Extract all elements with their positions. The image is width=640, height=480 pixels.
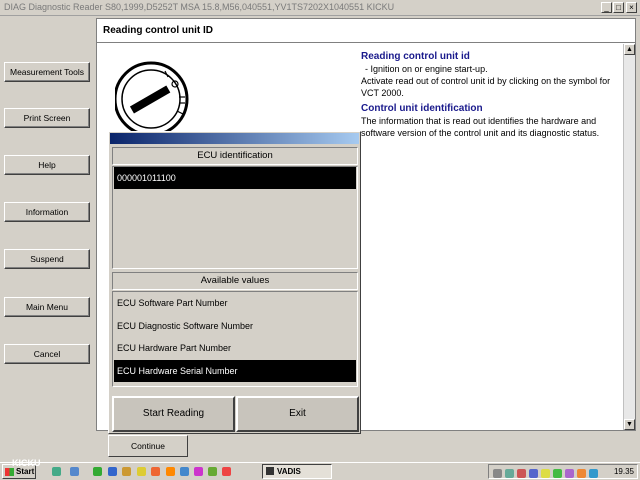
clock[interactable]: 19.35 (614, 467, 634, 476)
close-icon[interactable]: × (626, 2, 637, 13)
continue-button[interactable]: Continue (108, 435, 188, 457)
cancel-button[interactable]: Cancel (4, 344, 90, 364)
section-title-identification: Control unit identification (361, 103, 483, 114)
ecu-identification-header: ECU identification (112, 147, 358, 165)
suspend-button[interactable]: Suspend (4, 249, 90, 269)
quicklaunch-icon[interactable] (52, 467, 61, 476)
maximize-icon[interactable]: □ (613, 2, 624, 13)
taskbar-item-vadis[interactable]: VADIS (262, 464, 332, 479)
page-title: Reading control unit ID (103, 25, 213, 36)
tray-icon[interactable] (565, 469, 574, 478)
quicklaunch-icon[interactable] (70, 467, 79, 476)
quicklaunch-icon[interactable] (122, 467, 131, 476)
tray-icon[interactable] (505, 469, 514, 478)
taskbar: Start VADIS 19.35 (0, 462, 640, 480)
quicklaunch-icon[interactable] (93, 467, 102, 476)
quicklaunch-icon[interactable] (208, 467, 217, 476)
quicklaunch-icon[interactable] (166, 467, 175, 476)
quicklaunch-icon[interactable] (151, 467, 160, 476)
tray-icon[interactable] (553, 469, 562, 478)
help-button[interactable]: Help (4, 155, 90, 175)
tray-icon[interactable] (493, 469, 502, 478)
instructions-panel: Reading control unit id - Ignition on or… (361, 49, 623, 139)
instruction-bullet: - Ignition on or engine start-up. (365, 64, 488, 74)
quicklaunch-icon[interactable] (222, 467, 231, 476)
start-reading-button[interactable]: Start Reading (112, 396, 235, 432)
identification-text: The information that is read out identif… (361, 116, 600, 138)
page-header: Reading control unit ID (97, 19, 635, 43)
available-values-list: ECU Software Part Number ECU Diagnostic … (112, 291, 358, 387)
windows-logo-icon (5, 468, 14, 476)
watermark-text: KICKU (12, 458, 41, 468)
quicklaunch-icon[interactable] (108, 467, 117, 476)
instruction-text: Activate read out of control unit id by … (361, 76, 611, 98)
ecu-dialog: ECU identification 000001011100 Availabl… (108, 131, 361, 434)
information-button[interactable]: Information (4, 202, 90, 222)
scroll-up-icon[interactable]: ▲ (624, 44, 635, 55)
ignition-key-icon[interactable] (115, 59, 195, 139)
ecu-identification-list: 000001011100 (112, 166, 358, 269)
tray-icon[interactable] (541, 469, 550, 478)
list-item[interactable]: ECU Software Part Number (114, 292, 356, 314)
exit-button[interactable]: Exit (236, 396, 359, 432)
quicklaunch-icon[interactable] (194, 467, 203, 476)
tray-icon[interactable] (577, 469, 586, 478)
quicklaunch-icon[interactable] (180, 467, 189, 476)
list-item[interactable]: ECU Hardware Part Number (114, 337, 356, 359)
minimize-icon[interactable]: _ (601, 2, 612, 13)
title-bar: DIAG Diagnostic Reader S80,1999,D5252T M… (0, 0, 640, 16)
scrollbar[interactable]: ▲ ▼ (623, 44, 635, 430)
vadis-icon (266, 467, 274, 475)
system-tray: 19.35 (488, 464, 638, 479)
print-screen-button[interactable]: Print Screen (4, 108, 90, 128)
section-title-reading: Reading control unit id (361, 51, 470, 62)
dialog-title-bar (110, 133, 359, 144)
tray-icon[interactable] (529, 469, 538, 478)
measurement-tools-button[interactable]: Measurement Tools (4, 62, 90, 82)
scroll-down-icon[interactable]: ▼ (624, 419, 635, 430)
list-item[interactable]: ECU Diagnostic Software Number (114, 315, 356, 337)
start-label: Start (16, 467, 35, 476)
window-title: DIAG Diagnostic Reader S80,1999,D5252T M… (4, 2, 395, 12)
ecu-id-value[interactable]: 000001011100 (114, 167, 356, 189)
tray-icon[interactable] (589, 469, 598, 478)
taskbar-item-label: VADIS (277, 467, 301, 476)
quicklaunch-icon[interactable] (137, 467, 146, 476)
tray-icon[interactable] (517, 469, 526, 478)
list-item-selected[interactable]: ECU Hardware Serial Number (114, 360, 356, 382)
available-values-header: Available values (112, 272, 358, 290)
main-menu-button[interactable]: Main Menu (4, 297, 90, 317)
